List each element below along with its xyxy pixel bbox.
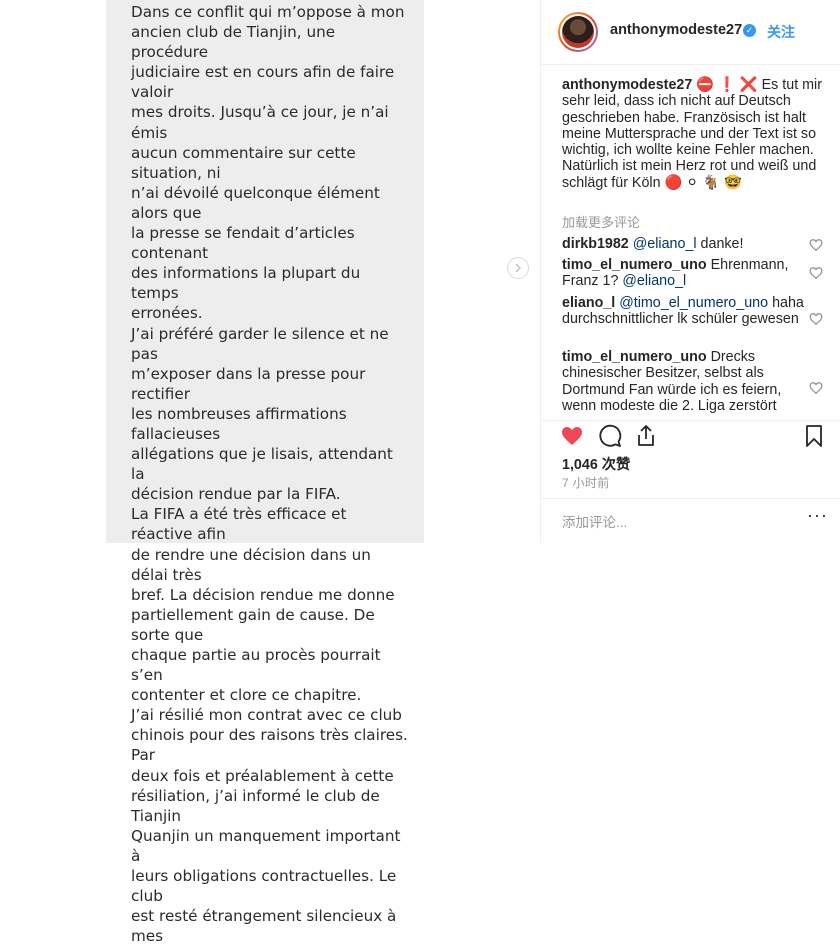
- avatar[interactable]: [558, 12, 598, 52]
- comment-mention[interactable]: @eliano_l: [622, 273, 686, 289]
- comment-user[interactable]: eliano_l: [562, 295, 615, 311]
- comment: eliano_l @timo_el_numero_uno haha durchs…: [562, 295, 812, 328]
- header-username[interactable]: anthonymodeste27: [610, 22, 742, 38]
- comment-user[interactable]: timo_el_numero_uno: [562, 257, 707, 273]
- small-heart-icon[interactable]: [809, 238, 823, 252]
- share-icon[interactable]: [634, 424, 658, 448]
- caption-text: Es tut mir sehr leid, dass ich nicht auf…: [562, 77, 822, 191]
- add-comment-bar: 添加评论... ···: [541, 498, 840, 544]
- caption-username[interactable]: anthonymodeste27: [562, 77, 692, 93]
- post-timestamp[interactable]: 7 小时前: [562, 474, 610, 491]
- comment-user[interactable]: timo_el_numero_uno: [562, 349, 707, 365]
- post-caption: anthonymodeste27 ⛔ ❗ ❌ Es tut mir sehr l…: [562, 77, 824, 191]
- next-image-button[interactable]: [507, 257, 529, 279]
- note-text: Dans ce conflit qui m’oppose à mon ancie…: [131, 3, 408, 946]
- heart-icon[interactable]: [560, 424, 584, 448]
- post-sidebar: anthonymodeste27 ✓ 关注 anthonymodeste27 ⛔…: [540, 0, 840, 543]
- post-header: anthonymodeste27 ✓ 关注: [541, 0, 840, 65]
- post-media: Dans ce conflit qui m’oppose à mon ancie…: [0, 0, 540, 945]
- comment-text: danke!: [700, 236, 744, 252]
- comment-mention[interactable]: @eliano_l: [633, 236, 697, 252]
- comment: dirkb1982 @eliano_l danke!: [562, 236, 812, 252]
- more-icon[interactable]: ···: [807, 505, 828, 526]
- comment-user[interactable]: dirkb1982: [562, 236, 629, 252]
- bookmark-icon[interactable]: [802, 424, 826, 448]
- load-more-comments[interactable]: 加载更多评论: [562, 212, 640, 231]
- likes-count[interactable]: 1,046 次赞: [562, 453, 630, 474]
- comment: timo_el_numero_uno Drecks chinesischer B…: [562, 349, 812, 414]
- comment: timo_el_numero_uno Ehrenmann, Franz 1? @…: [562, 257, 812, 290]
- small-heart-icon[interactable]: [809, 381, 823, 395]
- comment-mention[interactable]: @timo_el_numero_uno: [619, 295, 768, 311]
- verified-icon: ✓: [743, 24, 756, 37]
- comment-icon[interactable]: [598, 424, 622, 448]
- caption-emoji-suffix: 🔴 ⚪ 🐐 🤓: [664, 174, 742, 191]
- small-heart-icon[interactable]: [809, 266, 823, 280]
- small-heart-icon[interactable]: [809, 312, 823, 326]
- follow-button[interactable]: 关注: [767, 22, 795, 42]
- add-comment-input[interactable]: 添加评论...: [562, 511, 627, 531]
- chevron-right-icon: [515, 263, 522, 273]
- caption-emoji-prefix: ⛔ ❗ ❌: [696, 77, 758, 93]
